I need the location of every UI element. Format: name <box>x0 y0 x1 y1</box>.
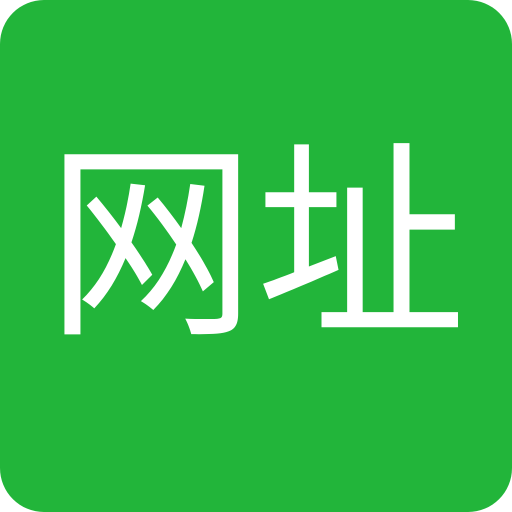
icon-label-text: 网址 <box>46 123 466 368</box>
icon-label: 网址 <box>46 123 466 368</box>
app-icon[interactable]: 网址 <box>0 0 512 512</box>
